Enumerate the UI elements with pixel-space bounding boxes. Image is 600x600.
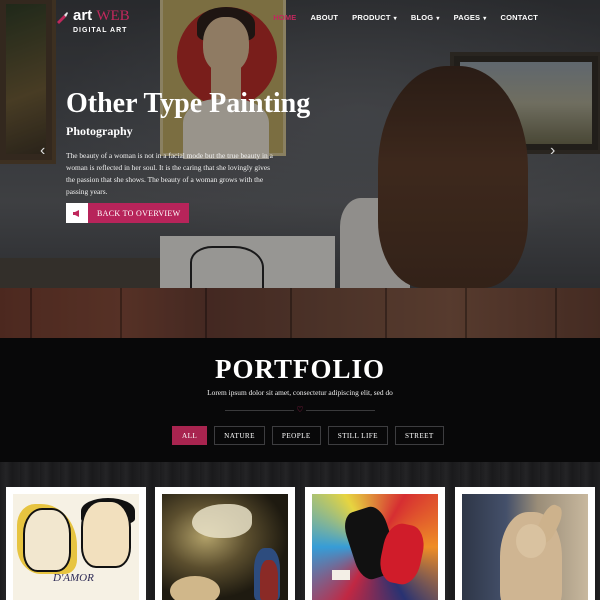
prev-slide-arrow-icon[interactable]: ‹ bbox=[40, 142, 45, 160]
logo-tagline: DIGITAL ART bbox=[73, 27, 128, 34]
main-nav: HOME ABOUT PRODUCT ▾ BLOG ▾ PAGES ▾ CONTACT bbox=[273, 13, 538, 22]
portfolio-item[interactable]: D'AMOR bbox=[6, 487, 146, 600]
nav-contact[interactable]: CONTACT bbox=[500, 13, 538, 22]
portfolio-filters: ALL NATURE PEOPLE STILL LIFE STREET bbox=[172, 426, 444, 445]
portfolio-subtitle: Lorem ipsum dolor sit amet, consectetur … bbox=[207, 388, 393, 397]
statue-photo-image bbox=[462, 494, 588, 600]
hero-slider: art WEB DIGITAL ART HOME ABOUT PRODUCT ▾ … bbox=[0, 0, 600, 288]
hero-description: The beauty of a woman is not in a facial… bbox=[66, 151, 273, 196]
portfolio-title: PORTFOLIO bbox=[214, 354, 386, 384]
filter-people[interactable]: PEOPLE bbox=[271, 426, 321, 445]
back-to-overview-button[interactable]: BACK TO OVERVIEW bbox=[66, 203, 190, 223]
paintbrush-icon bbox=[57, 12, 68, 24]
nav-blog[interactable]: BLOG ▾ bbox=[411, 13, 440, 22]
nav-home[interactable]: HOME bbox=[273, 13, 296, 22]
hero-subtitle: Photography bbox=[66, 124, 133, 138]
two-faces-drawing-image: D'AMOR bbox=[13, 494, 139, 600]
next-slide-arrow-icon[interactable]: › bbox=[550, 142, 555, 160]
portfolio-item[interactable] bbox=[305, 487, 445, 600]
chevron-down-icon: ▾ bbox=[436, 16, 440, 22]
chevron-down-icon: ▾ bbox=[393, 16, 397, 22]
filter-all[interactable]: ALL bbox=[172, 426, 208, 445]
filter-nature[interactable]: NATURE bbox=[214, 426, 265, 445]
angel-painting-image bbox=[162, 494, 288, 600]
portfolio-section: PORTFOLIO Lorem ipsum dolor sit amet, co… bbox=[0, 338, 600, 462]
portfolio-item[interactable] bbox=[155, 487, 295, 600]
site-logo[interactable]: art WEB DIGITAL ART bbox=[55, 8, 130, 34]
abstract-color-painting-image bbox=[312, 494, 438, 600]
filter-street[interactable]: STREET bbox=[394, 426, 444, 445]
logo-name: art WEB bbox=[73, 7, 130, 24]
megaphone-icon bbox=[66, 203, 88, 223]
portfolio-item[interactable] bbox=[455, 487, 595, 600]
chevron-down-icon: ▾ bbox=[483, 16, 487, 22]
filter-still-life[interactable]: STILL LIFE bbox=[327, 426, 388, 445]
artwork-caption: D'AMOR bbox=[53, 572, 94, 584]
nav-about[interactable]: ABOUT bbox=[311, 13, 339, 22]
heart-icon: ♡ bbox=[294, 405, 306, 414]
nav-product[interactable]: PRODUCT ▾ bbox=[352, 13, 397, 22]
cta-label: BACK TO OVERVIEW bbox=[88, 203, 190, 223]
hero-title: Other Type Painting bbox=[66, 88, 311, 119]
portfolio-gallery: D'AMOR bbox=[0, 462, 600, 600]
wood-banner-strip bbox=[0, 288, 600, 338]
nav-pages[interactable]: PAGES ▾ bbox=[454, 13, 487, 22]
